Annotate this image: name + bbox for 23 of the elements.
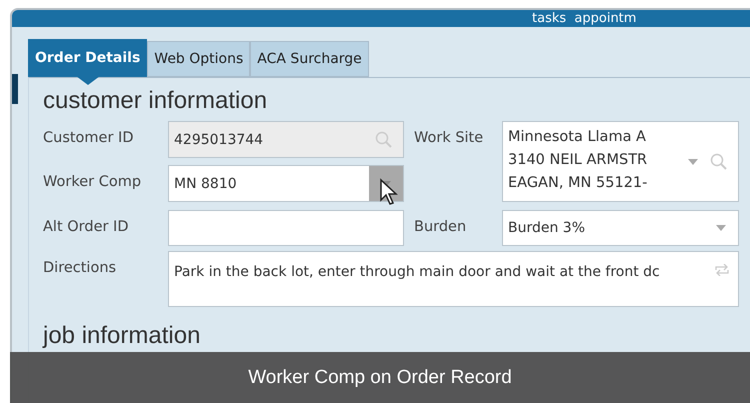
search-icon[interactable]: [375, 130, 393, 148]
dropdown-field[interactable]: MN 8810: [168, 165, 404, 202]
tab[interactable]: ACA Surcharge: [250, 41, 369, 77]
section-title: customer information: [43, 86, 268, 116]
cursor-icon: [379, 178, 399, 206]
input-field[interactable]: [168, 210, 404, 246]
field-label: Work Site: [414, 130, 484, 146]
address-field[interactable]: Minnesota Llama A 3140 NEIL ARMSTR EAGAN, MN 55121-: [502, 121, 739, 202]
lookup-field[interactable]: 4295013744: [168, 121, 404, 158]
search-icon[interactable]: [710, 152, 728, 170]
text-area[interactable]: Park in the back lot, enter through main door and wait at the front dc: [168, 251, 739, 307]
caption-text: Worker Comp on Order Record: [248, 366, 512, 388]
toolbar-text[interactable]: tasks appointm: [532, 11, 636, 27]
field-label: Burden: [414, 219, 468, 235]
field-label: Customer ID: [43, 130, 134, 146]
field-label: Worker Comp: [43, 174, 142, 190]
tab-pointer-icon: [76, 76, 100, 85]
repeat-icon[interactable]: [714, 264, 730, 276]
tab[interactable]: Web Options: [147, 41, 250, 77]
section-title: job information: [43, 321, 202, 351]
side-marker: [12, 74, 18, 104]
field-label: Directions: [43, 260, 118, 276]
field-label: Alt Order ID: [43, 219, 130, 235]
